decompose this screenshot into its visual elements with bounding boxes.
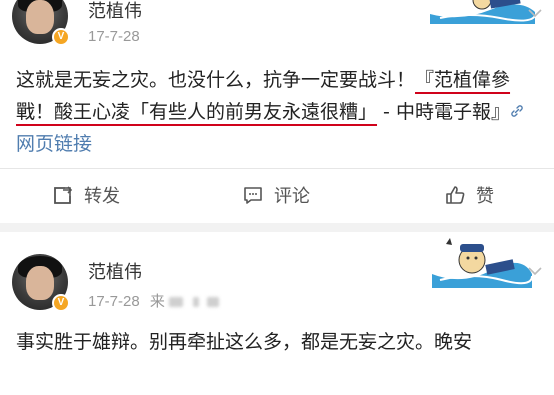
post-text-part: - 中時電子報』 — [377, 101, 510, 123]
divider — [0, 168, 554, 169]
web-link-label[interactable]: 网页链接 — [16, 133, 92, 155]
weibo-post-card: V 范植伟 17-7-28 来 事实胜于雄辩。别再牵扯这么多，都是无妄之灾。晚安 — [0, 232, 554, 395]
thumbs-up-icon — [446, 186, 465, 204]
link-icon — [511, 105, 523, 117]
like-button[interactable]: 赞 — [444, 179, 494, 211]
blurred-source — [206, 297, 219, 308]
verified-v-icon: V — [52, 28, 70, 46]
blurred-source — [192, 297, 199, 308]
verified-v-icon: V — [52, 294, 70, 312]
post-date: 17-7-28 — [88, 293, 140, 310]
author-name[interactable]: 范植伟 — [88, 258, 142, 284]
repost-label: 转发 — [84, 186, 120, 207]
post-text: 这就是无妄之灾。也没什么，抗争一定要战斗！『范植偉參戰！酸王心凌「有些人的前男友… — [16, 64, 540, 160]
post-date: 17-7-28 — [88, 28, 140, 45]
repost-icon — [54, 186, 73, 204]
sticker-icon — [432, 238, 532, 288]
chevron-down-icon[interactable] — [526, 4, 544, 22]
post-meta: 17-7-28 来 — [88, 290, 219, 311]
comment-label: 评论 — [274, 186, 310, 207]
blurred-source — [168, 297, 183, 308]
like-label: 赞 — [476, 186, 494, 207]
post-text: 事实胜于雄辩。别再牵扯这么多，都是无妄之灾。晚安 — [16, 331, 473, 353]
chevron-down-icon[interactable] — [526, 262, 544, 280]
author-name[interactable]: 范植伟 — [88, 0, 142, 23]
action-bar: 转发 评论 赞 — [0, 179, 554, 211]
weibo-post-card: V 范植伟 17-7-28 这就是无妄之灾。也没什么，抗争一定要战斗！『范植偉參… — [0, 0, 554, 223]
sticker-icon — [430, 0, 535, 24]
comment-icon — [244, 187, 262, 204]
post-text-part: 这就是无妄之灾。也没什么，抗争一定要战斗！ — [16, 69, 416, 91]
repost-button[interactable]: 转发 — [52, 179, 120, 211]
comment-button[interactable]: 评论 — [242, 179, 310, 211]
post-source: 来 — [149, 293, 165, 310]
